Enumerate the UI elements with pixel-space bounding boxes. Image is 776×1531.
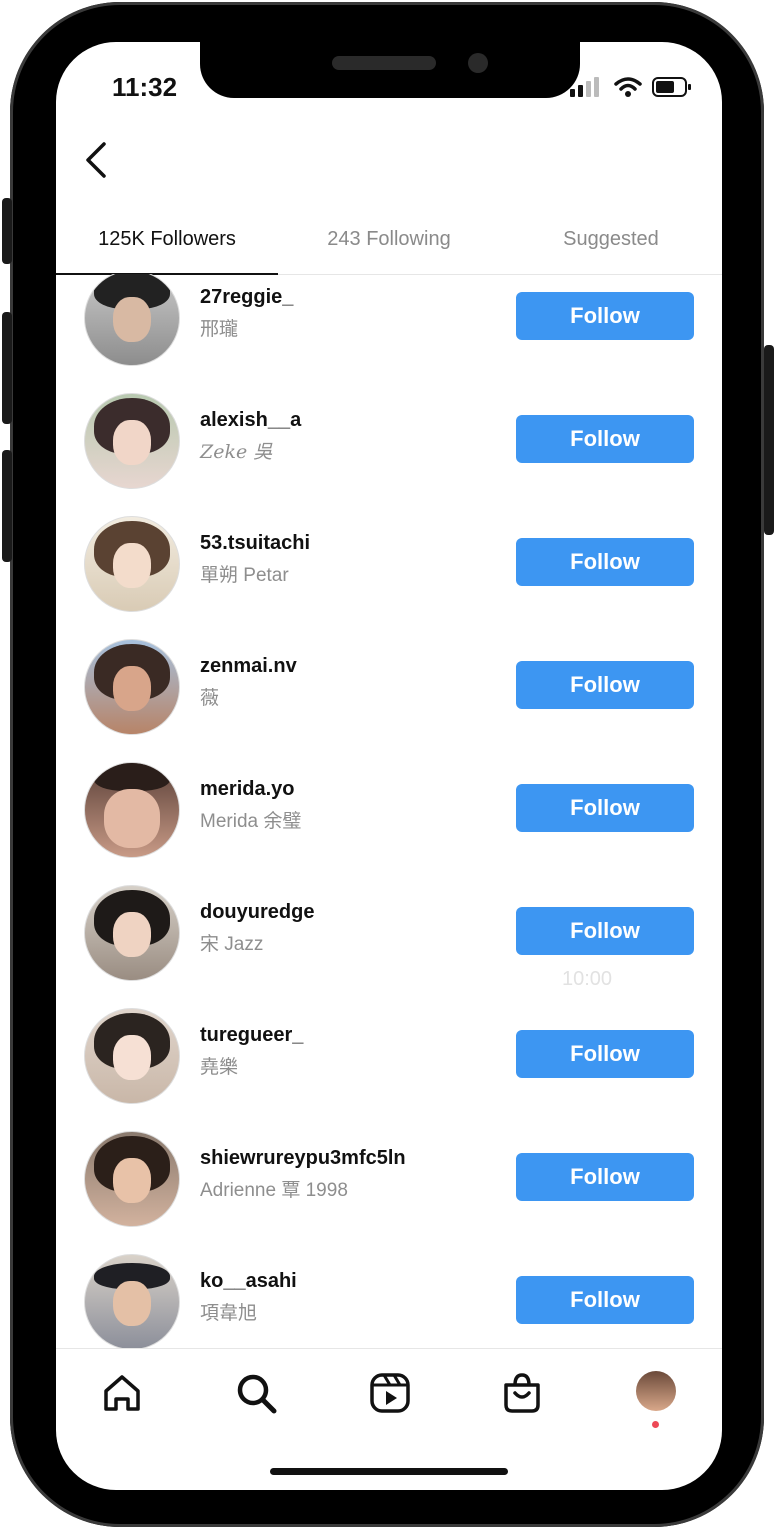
avatar[interactable] <box>84 639 180 735</box>
phone-side-button <box>2 312 12 424</box>
avatar[interactable] <box>84 1131 180 1227</box>
list-item[interactable]: shiewrureypu3mfc5ln Adrienne 覃 1998 Foll… <box>56 1131 722 1227</box>
full-name: Merida 余璧 <box>200 811 302 832</box>
speaker-grille <box>332 56 436 70</box>
front-camera <box>468 53 488 73</box>
follow-button[interactable]: Follow <box>516 784 694 832</box>
follow-button[interactable]: Follow <box>516 415 694 463</box>
app-screen: 11:32 125K Followers 243 Following Sugge… <box>56 42 722 1490</box>
follow-tabs: 125K Followers 243 Following Suggested <box>56 214 722 275</box>
home-indicator[interactable] <box>270 1468 508 1475</box>
username[interactable]: zenmai.nv <box>200 655 297 678</box>
username[interactable]: shiewrureypu3mfc5ln <box>200 1147 406 1170</box>
full-name: 宋 Jazz <box>200 934 264 955</box>
tab-followers[interactable]: 125K Followers <box>56 214 278 275</box>
full-name: 邢瓏 <box>200 319 239 340</box>
notification-dot <box>652 1421 659 1428</box>
tab-suggested[interactable]: Suggested <box>500 214 722 274</box>
battery-icon <box>652 77 691 97</box>
avatar[interactable] <box>84 274 180 366</box>
username[interactable]: 53.tsuitachi <box>200 532 310 555</box>
list-item[interactable]: turegueer_ 堯樂 Follow <box>56 1008 722 1104</box>
follow-button[interactable]: Follow <box>516 1153 694 1201</box>
avatar[interactable] <box>84 1254 180 1348</box>
avatar[interactable] <box>84 393 180 489</box>
shopping-bag-icon[interactable] <box>500 1371 544 1415</box>
full-name: 單朔 Petar <box>200 565 289 586</box>
username[interactable]: ko__asahi <box>200 1270 297 1293</box>
list-item[interactable]: zenmai.nv 薇 Follow <box>56 639 722 735</box>
chevron-left-icon[interactable] <box>76 138 116 182</box>
follow-button[interactable]: Follow <box>516 1276 694 1324</box>
full-name: Adrienne 覃 1998 <box>200 1180 348 1201</box>
phone-notch <box>200 40 580 98</box>
avatar[interactable] <box>84 516 180 612</box>
list-item[interactable]: 53.tsuitachi 單朔 Petar Follow <box>56 516 722 612</box>
follow-button[interactable]: Follow <box>516 292 694 340</box>
status-icons <box>570 76 692 98</box>
username[interactable]: 27reggie_ <box>200 286 293 309</box>
username[interactable]: merida.yo <box>200 778 294 801</box>
follow-button[interactable]: Follow <box>516 538 694 586</box>
follow-button[interactable]: Follow <box>516 661 694 709</box>
wifi-icon <box>614 77 642 97</box>
list-item[interactable]: alexish__a Zeke 吳 Follow <box>56 393 722 489</box>
reels-icon[interactable] <box>368 1371 412 1415</box>
list-item[interactable]: merida.yo Merida 余璧 Follow <box>56 762 722 858</box>
list-item[interactable]: 27reggie_ 邢瓏 Follow <box>56 274 722 366</box>
avatar[interactable] <box>84 885 180 981</box>
phone-side-button <box>2 198 12 264</box>
list-item[interactable]: ko__asahi 項韋旭 Follow <box>56 1254 722 1348</box>
avatar[interactable] <box>84 762 180 858</box>
full-name: 項韋旭 <box>200 1303 258 1324</box>
full-name: Zeke 吳 <box>200 441 273 463</box>
full-name: 堯樂 <box>200 1057 239 1078</box>
username[interactable]: douyuredge <box>200 901 314 924</box>
status-time: 11:32 <box>112 72 178 102</box>
followers-list: 27reggie_ 邢瓏 Follow alexish__a Zeke 吳 Fo… <box>56 274 722 1348</box>
phone-side-button <box>2 450 12 562</box>
avatar[interactable] <box>84 1008 180 1104</box>
list-item[interactable]: douyuredge 宋 Jazz Follow <box>56 885 722 981</box>
home-icon[interactable] <box>100 1371 144 1415</box>
profile-avatar[interactable] <box>636 1371 676 1411</box>
phone-side-button <box>764 345 774 535</box>
tab-following[interactable]: 243 Following <box>278 214 500 274</box>
search-icon[interactable] <box>234 1371 278 1415</box>
follow-button[interactable]: Follow <box>516 907 694 955</box>
bottom-navigation <box>56 1348 722 1439</box>
username[interactable]: alexish__a <box>200 409 301 432</box>
full-name: 薇 <box>200 688 220 709</box>
ghost-overlay-text: 10:00 <box>562 968 613 990</box>
username[interactable]: turegueer_ <box>200 1024 303 1047</box>
follow-button[interactable]: Follow <box>516 1030 694 1078</box>
